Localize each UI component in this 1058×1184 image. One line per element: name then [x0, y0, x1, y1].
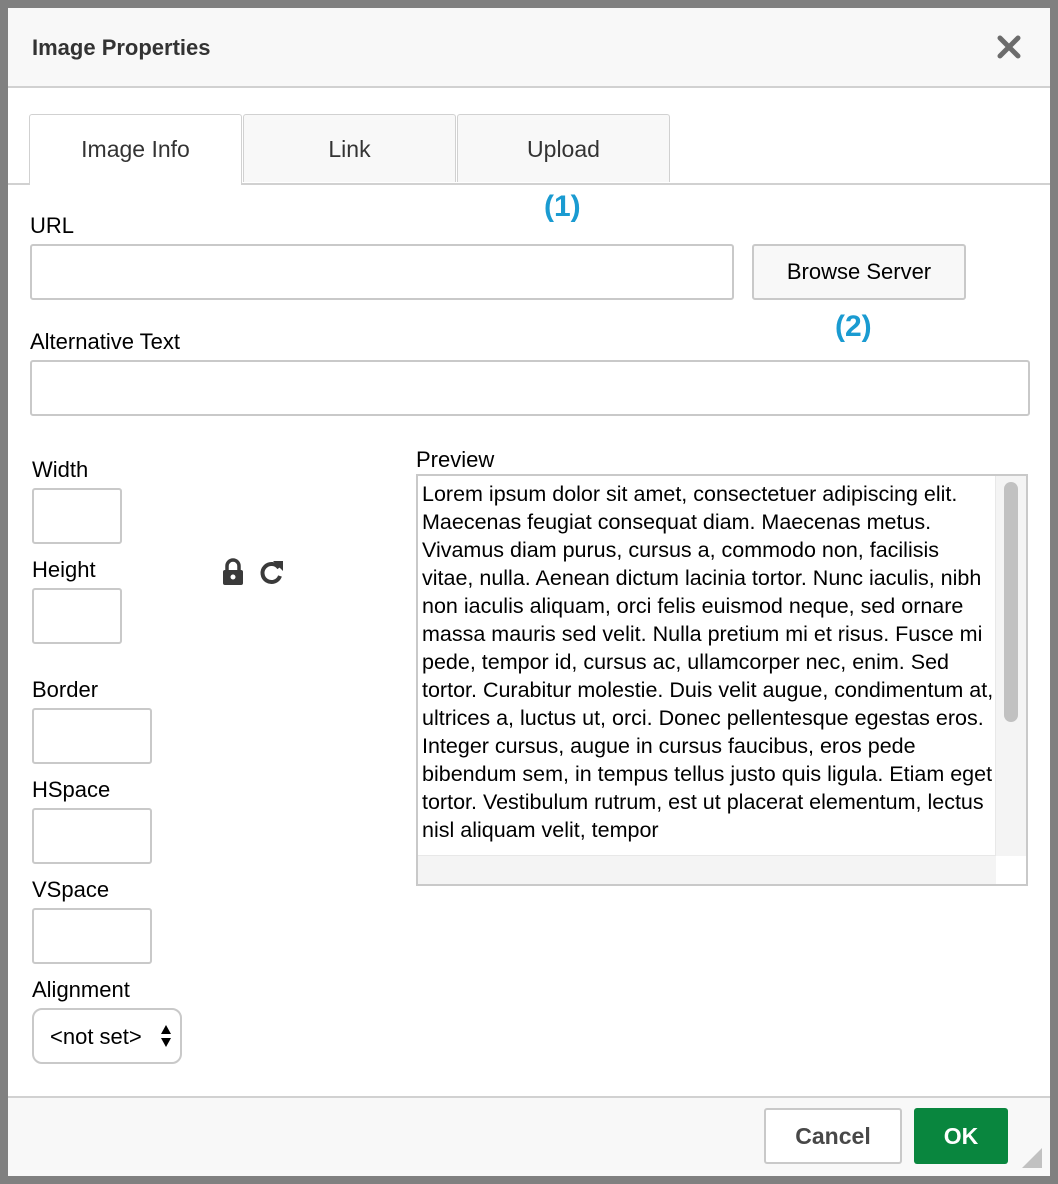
alignment-label: Alignment — [32, 977, 130, 1002]
scrollbar-thumb[interactable] — [1004, 482, 1018, 722]
close-button[interactable] — [996, 34, 1022, 60]
ok-button[interactable]: OK — [914, 1108, 1008, 1164]
url-input[interactable] — [30, 244, 734, 300]
resize-handle-icon[interactable] — [1022, 1148, 1042, 1168]
preview-vertical-scrollbar[interactable] — [995, 476, 1026, 856]
tab-bar: Image Info Link Upload — [8, 88, 1050, 185]
tab-link[interactable]: Link — [243, 114, 456, 182]
lock-ratio-button[interactable] — [220, 558, 246, 586]
alignment-selected-value: <not set> — [50, 1024, 142, 1049]
tab-image-info[interactable]: Image Info — [29, 114, 242, 185]
width-input[interactable] — [32, 488, 122, 544]
alt-text-label: Alternative Text — [30, 329, 181, 354]
vspace-label: VSpace — [32, 877, 110, 902]
url-label: URL — [30, 213, 75, 238]
annotation-2: (2) — [835, 310, 872, 343]
dialog-footer: Cancel OK — [8, 1096, 1050, 1176]
vspace-input[interactable] — [32, 908, 152, 964]
preview-horizontal-scrollbar[interactable] — [418, 855, 996, 884]
reset-size-icon — [260, 561, 283, 584]
browse-server-button[interactable]: Browse Server — [752, 244, 966, 300]
lock-icon — [223, 558, 243, 585]
border-input[interactable] — [32, 708, 152, 764]
tab-upload[interactable]: Upload — [457, 114, 670, 182]
image-properties-dialog: Image Properties Image Info Link Upload … — [8, 8, 1050, 1176]
dialog-titlebar[interactable]: Image Properties — [8, 8, 1050, 88]
cancel-button[interactable]: Cancel — [764, 1108, 902, 1164]
preview-label: Preview — [416, 447, 495, 472]
alignment-select[interactable]: <not set> — [32, 1008, 182, 1064]
hspace-input[interactable] — [32, 808, 152, 864]
height-label: Height — [32, 557, 96, 582]
border-label: Border — [32, 677, 99, 702]
height-input[interactable] — [32, 588, 122, 644]
preview-box[interactable]: Lorem ipsum dolor sit amet, consectetuer… — [416, 474, 1028, 886]
width-label: Width — [32, 457, 89, 482]
preview-text: Lorem ipsum dolor sit amet, consectetuer… — [422, 482, 994, 842]
reset-size-button[interactable] — [258, 558, 286, 586]
alt-text-input[interactable] — [30, 360, 1030, 416]
annotation-1: (1) — [544, 190, 581, 223]
dialog-title: Image Properties — [32, 35, 211, 60]
select-arrows-icon — [161, 1025, 171, 1047]
close-icon — [997, 35, 1021, 59]
hspace-label: HSpace — [32, 777, 111, 802]
